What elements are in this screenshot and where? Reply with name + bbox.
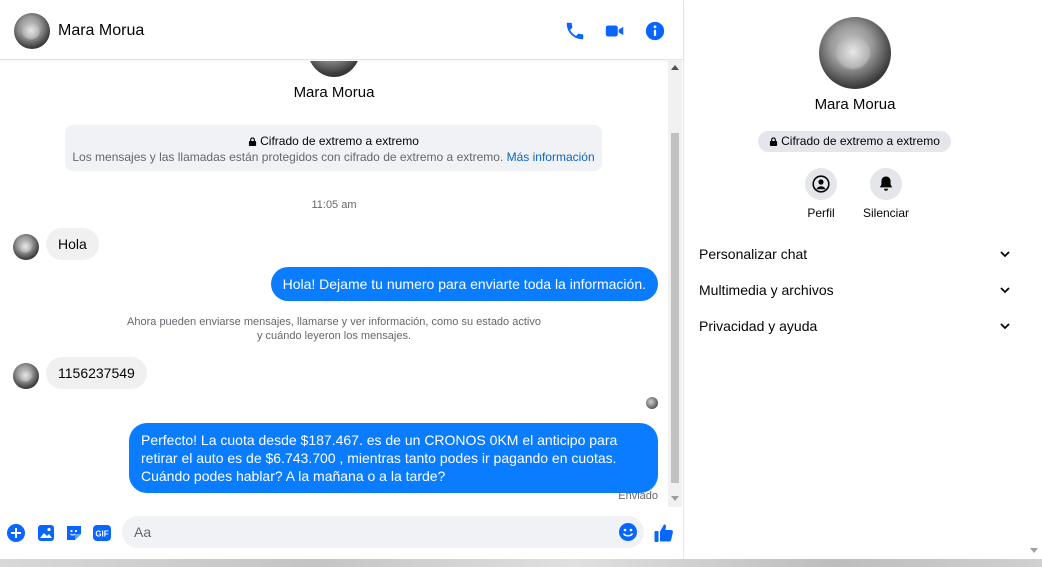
lock-icon xyxy=(249,137,257,146)
plus-icon[interactable] xyxy=(6,523,26,543)
system-message-line: y cuándo leyeron los mensajes. xyxy=(256,330,412,342)
sidebar-item-media-files[interactable]: Multimedia y archivos xyxy=(699,278,1011,302)
chat-pane: Mara Morua Mara Morua Cifrado de extremo… xyxy=(0,0,684,567)
message-list[interactable]: Mara Morua Cifrado de extremo a extremo … xyxy=(0,61,668,507)
sidebar-item-label: Privacidad y ayuda xyxy=(699,318,818,334)
profile-label: Perfil xyxy=(807,206,835,220)
sticker-icon[interactable] xyxy=(64,523,84,543)
sidebar-avatar xyxy=(819,17,891,89)
contact-avatar[interactable] xyxy=(14,13,50,49)
composer-bar: GIF xyxy=(0,507,683,559)
e2e-notice: Cifrado de extremo a extremo Los mensaje… xyxy=(65,125,602,171)
message-input-wrapper xyxy=(122,516,644,548)
outgoing-message[interactable]: Perfecto! La cuota desde $187.467. es de… xyxy=(129,423,658,493)
message-input[interactable] xyxy=(134,516,614,548)
e2e-badge-label: Cifrado de extremo a extremo xyxy=(781,134,940,148)
e2e-title: Cifrado de extremo a extremo xyxy=(260,134,419,148)
chevron-down-icon xyxy=(1000,251,1010,258)
mute-label: Silenciar xyxy=(862,206,910,220)
scroll-thumb[interactable] xyxy=(671,133,679,483)
sidebar-scrollbar[interactable] xyxy=(1026,0,1042,559)
sidebar-item-label: Personalizar chat xyxy=(699,246,808,262)
scroll-up-arrow-icon[interactable] xyxy=(671,65,679,70)
incoming-message[interactable]: Hola xyxy=(46,228,99,260)
outgoing-message[interactable]: Hola! Dejame tu numero para enviarte tod… xyxy=(270,267,658,301)
chevron-down-icon xyxy=(1000,323,1010,330)
sidebar-item-customize-chat[interactable]: Personalizar chat xyxy=(699,242,1011,266)
profile-icon xyxy=(812,175,830,193)
chat-scrollbar[interactable] xyxy=(668,61,682,507)
message-avatar[interactable] xyxy=(13,363,39,389)
sidebar-item-label: Multimedia y archivos xyxy=(699,282,834,298)
message-timestamp: 11:05 am xyxy=(311,199,357,211)
gif-icon[interactable]: GIF xyxy=(92,523,112,543)
scroll-down-arrow-icon[interactable] xyxy=(671,496,679,501)
system-message: Ahora pueden enviarse mensajes, llamarse… xyxy=(0,315,668,343)
info-icon[interactable] xyxy=(644,20,666,42)
svg-text:GIF: GIF xyxy=(95,530,108,539)
sent-status: Enviado xyxy=(618,490,658,502)
contact-name[interactable]: Mara Morua xyxy=(58,22,144,40)
photo-icon[interactable] xyxy=(36,523,56,543)
conversation-header-name: Mara Morua xyxy=(293,84,375,101)
thumbs-up-icon[interactable] xyxy=(653,522,675,544)
message-avatar[interactable] xyxy=(13,234,39,260)
chevron-down-icon xyxy=(1000,287,1010,294)
scroll-down-arrow-icon[interactable] xyxy=(1030,548,1038,553)
chat-header: Mara Morua xyxy=(0,2,683,60)
mute-button[interactable]: Silenciar xyxy=(856,168,916,220)
more-info-link[interactable]: Más información xyxy=(507,150,595,164)
video-call-icon[interactable] xyxy=(604,20,626,42)
lock-icon xyxy=(770,137,778,146)
profile-button[interactable]: Perfil xyxy=(791,168,851,220)
sidebar-item-privacy-help[interactable]: Privacidad y ayuda xyxy=(699,314,1011,338)
conversation-details-panel: Mara Morua Cifrado de extremo a extremo … xyxy=(684,0,1026,559)
background-taskbar-strip xyxy=(0,559,1042,567)
phone-icon[interactable] xyxy=(564,20,586,42)
e2e-badge[interactable]: Cifrado de extremo a extremo xyxy=(758,131,951,152)
system-message-line: Ahora pueden enviarse mensajes, llamarse… xyxy=(127,316,541,328)
e2e-subtitle: Los mensajes y las llamadas están proteg… xyxy=(72,150,504,164)
emoji-icon[interactable] xyxy=(618,522,638,542)
sidebar-contact-name: Mara Morua xyxy=(814,96,896,113)
messenger-window: Mara Morua Mara Morua Cifrado de extremo… xyxy=(0,0,1042,567)
incoming-message[interactable]: 1156237549 xyxy=(46,357,147,389)
conversation-header-avatar xyxy=(307,61,361,77)
bell-icon xyxy=(879,176,893,191)
seen-avatar-icon xyxy=(646,397,658,409)
